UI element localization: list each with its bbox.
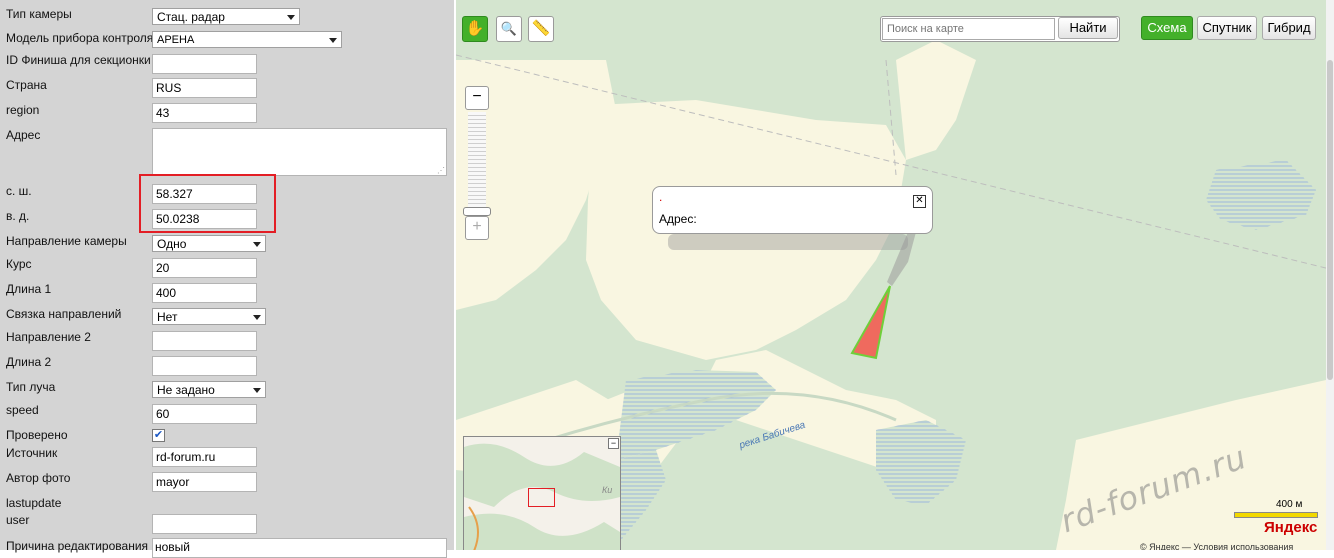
beam-type-label: Тип луча [6, 380, 56, 394]
user-input[interactable] [152, 514, 257, 534]
zoom-slider-track[interactable] [468, 112, 486, 210]
search-button[interactable]: Найти [1058, 17, 1118, 39]
length2-label: Длина 2 [6, 355, 52, 369]
zoom-slider-handle[interactable] [463, 207, 491, 216]
resize-handle-icon[interactable]: ⋰ [437, 167, 445, 175]
balloon-marker-dot: . [659, 190, 663, 204]
scale-bar [1234, 512, 1318, 518]
magnifier-tool-button[interactable]: 🔍 [496, 16, 522, 42]
layer-scheme-button[interactable]: Схема [1141, 16, 1193, 40]
source-label: Источник [6, 446, 58, 460]
copyright-text[interactable]: © Яндекс — Условия использования [1140, 542, 1293, 550]
speed-input[interactable]: 60 [152, 404, 257, 424]
scrollbar-thumb[interactable] [1327, 60, 1333, 380]
map-search-input[interactable] [882, 18, 1055, 40]
country-input[interactable]: RUS [152, 78, 257, 98]
balloon-address-label: Адрес: [659, 212, 697, 226]
latitude-label: с. ш. [6, 184, 32, 198]
direction-link-value: Нет [157, 310, 178, 324]
minimap[interactable]: Ки − [463, 436, 621, 550]
balloon-shadow [668, 234, 908, 250]
page-scrollbar[interactable] [1326, 0, 1334, 550]
minimap-viewport-frame[interactable] [528, 488, 555, 507]
minimap-collapse-button[interactable]: − [608, 438, 619, 449]
checkmark-icon: ✔ [153, 429, 164, 441]
source-input[interactable]: rd-forum.ru [152, 447, 257, 467]
zoom-control: − + [463, 86, 491, 240]
yandex-logo: Яндекс [1264, 519, 1318, 536]
finish-id-input[interactable] [152, 54, 257, 74]
lastupdate-label: lastupdate [6, 496, 62, 510]
length1-label: Длина 1 [6, 282, 52, 296]
camera-direction-value: Одно [157, 237, 187, 251]
region-input[interactable]: 43 [152, 103, 257, 123]
length2-input[interactable] [152, 356, 257, 376]
ruler-tool-button[interactable]: 📏 [528, 16, 554, 42]
balloon-close-button[interactable]: ✕ [913, 195, 926, 208]
minimap-place-label: Ки [602, 485, 613, 495]
chevron-down-icon [329, 38, 337, 43]
verified-label: Проверено [6, 428, 68, 442]
address-textarea[interactable] [152, 128, 447, 176]
beam-type-value: Не задано [157, 383, 215, 397]
camera-form: Тип камеры Стац. радар Модель прибора ко… [0, 0, 454, 558]
plus-icon: + [472, 218, 482, 235]
camera-direction-label: Направление камеры [6, 234, 127, 248]
camera-type-select[interactable]: Стац. радар [152, 8, 300, 25]
camera-type-label: Тип камеры [6, 7, 72, 21]
length1-input[interactable]: 400 [152, 283, 257, 303]
direction2-label: Направление 2 [6, 330, 91, 344]
verified-checkbox[interactable]: ✔ [152, 429, 165, 442]
longitude-label: в. д. [6, 209, 30, 223]
course-label: Курс [6, 257, 32, 271]
minus-icon: − [610, 438, 617, 448]
device-model-select[interactable]: АРЕНА [152, 31, 342, 48]
device-model-value: АРЕНА [157, 34, 195, 46]
hand-tool-button[interactable]: ✋ [462, 16, 488, 42]
chevron-down-icon [287, 15, 295, 20]
zoom-out-button[interactable]: − [465, 86, 489, 110]
direction2-input[interactable] [152, 331, 257, 351]
ruler-icon: 📏 [531, 20, 551, 37]
device-model-label: Модель прибора контроля [6, 31, 154, 45]
photo-author-label: Автор фото [6, 471, 71, 485]
finish-id-label: ID Финиша для секционки [6, 53, 151, 67]
region-label: region [6, 103, 40, 117]
layer-hybrid-button[interactable]: Гибрид [1262, 16, 1316, 40]
course-input[interactable]: 20 [152, 258, 257, 278]
zoom-in-button[interactable]: + [465, 216, 489, 240]
chevron-down-icon [253, 388, 261, 393]
scale-label: 400 м [1276, 499, 1303, 510]
country-label: Страна [6, 78, 47, 92]
photo-author-input[interactable]: mayor [152, 472, 257, 492]
chevron-down-icon [253, 242, 261, 247]
speed-label: speed [6, 403, 39, 417]
address-label: Адрес [6, 128, 41, 142]
minus-icon: − [472, 88, 482, 105]
info-balloon: . Адрес: ✕ [652, 186, 933, 234]
layer-satellite-button[interactable]: Спутник [1197, 16, 1257, 40]
camera-direction-select[interactable]: Одно [152, 235, 266, 252]
magnifier-icon: 🔍 [500, 21, 518, 36]
edit-reason-textarea[interactable]: новый [152, 538, 447, 558]
direction-link-select[interactable]: Нет [152, 308, 266, 325]
edit-reason-label: Причина редактирования [6, 539, 149, 553]
user-label: user [6, 513, 30, 527]
coordinates-highlight-frame [139, 174, 276, 233]
map-view[interactable]: ✋ 🔍 📏 Найти Схема Спутник Гибрид − + . А… [456, 0, 1334, 550]
camera-type-value: Стац. радар [157, 10, 225, 24]
beam-type-select[interactable]: Не задано [152, 381, 266, 398]
chevron-down-icon [253, 315, 261, 320]
hand-icon: ✋ [465, 20, 485, 37]
direction-link-label: Связка направлений [6, 307, 122, 321]
close-icon: ✕ [915, 195, 924, 206]
